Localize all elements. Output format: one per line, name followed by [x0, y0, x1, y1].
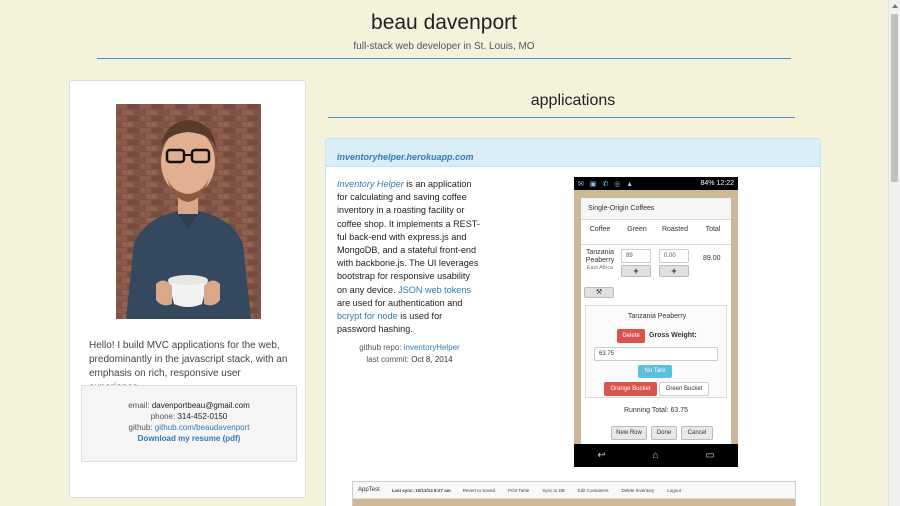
github-link[interactable]: github.com/beaudavenport [155, 423, 250, 432]
phone-app-content: Single-Origin Coffees Coffee Green Roast… [581, 198, 731, 444]
running-total: Running Total: 63.75 [623, 407, 689, 414]
project-description: Inventory Helper is an application for c… [337, 178, 482, 336]
profile-card: Hello! I build MVC applications for the … [69, 80, 306, 498]
green-input[interactable]: 89 [621, 249, 651, 263]
repo-link[interactable]: inventoryHelper [404, 343, 460, 352]
nav-delete-inventory[interactable]: Delete Inventory [622, 488, 655, 493]
repo-info: github repo: inventoryHelper last commit… [337, 342, 482, 366]
desktop-app-body [353, 499, 795, 506]
phone-app-screen: Single-Origin Coffees Coffee Green Roast… [574, 190, 738, 444]
nav-logout[interactable]: Logout [667, 488, 681, 493]
contact-box: email: davenportbeau@gmail.com phone: 31… [81, 385, 297, 462]
desktop-screenshot: AppTest Last sync: 10/13/14 8:27 am Reve… [352, 481, 796, 506]
project-panel: inventoryhelper.herokuapp.com Inventory … [325, 138, 821, 506]
col-roasted: Roasted [661, 226, 689, 233]
coffee-detail-panel: Tanzania Peaberry Delete Gross Weight: 6… [585, 305, 727, 398]
recent-apps-icon[interactable]: ▭ [705, 450, 714, 461]
cancel-button[interactable]: Cancel [681, 426, 713, 440]
page-scrollbar[interactable] [888, 0, 900, 506]
desc-part-1: is an application for calculating and sa… [337, 179, 480, 295]
phone-label: phone: [150, 412, 176, 421]
green-bucket-button[interactable]: Green Bucket [659, 382, 709, 396]
email-label: email: [128, 401, 150, 410]
project-name-link[interactable]: Inventory Helper [337, 179, 404, 189]
total-value: 89.00 [703, 255, 721, 262]
roasted-plus-button[interactable]: + [659, 265, 689, 277]
scroll-thumb[interactable] [891, 14, 898, 182]
desktop-navbar: AppTest Last sync: 10/13/14 8:27 am Reve… [353, 482, 795, 499]
nav-edit-containers[interactable]: Edit Containers [578, 488, 609, 493]
phone-status-bar: ✉ ▣ ✆ ◎ ▲ 84% 12:22 [574, 177, 738, 190]
coffee-name-text: Tanzania Peaberry [585, 249, 615, 264]
gross-weight-input[interactable]: 63.75 [594, 347, 718, 361]
desc-part-2: are used for authentication and [337, 297, 463, 308]
no-tare-button[interactable]: No Tare [638, 365, 672, 378]
done-button[interactable]: Done [651, 426, 677, 440]
header-divider [97, 58, 791, 59]
notification-icons: ✉ ▣ ✆ ◎ ▲ [578, 180, 636, 188]
wrench-icon[interactable]: ⚒ [584, 287, 614, 298]
coffee-origin: East Africa [586, 265, 614, 271]
col-total: Total [705, 226, 721, 233]
home-icon[interactable]: ⌂ [652, 450, 658, 461]
gross-weight-label: Gross Weight: [649, 332, 697, 339]
coffee-name: Tanzania Peaberry East Africa [583, 249, 617, 272]
phone-nav-bar: ↩ ⌂ ▭ [574, 444, 738, 467]
site-title: beau davenport [371, 11, 517, 34]
panel-heading: inventoryhelper.herokuapp.com [326, 139, 820, 167]
coffee-table-header: Single-Origin Coffees [581, 198, 731, 220]
applications-divider [328, 117, 795, 118]
roasted-input[interactable]: 0.00 [659, 249, 689, 263]
new-row-button[interactable]: New Row [611, 426, 647, 440]
back-icon[interactable]: ↩ [597, 450, 605, 461]
green-plus-button[interactable]: + [621, 265, 651, 277]
site-tagline: full-stack web developer in St. Louis, M… [353, 41, 535, 52]
col-coffee: Coffee [589, 226, 611, 233]
applications-heading: applications [530, 92, 616, 109]
delete-button[interactable]: Delete [617, 329, 645, 343]
commit-date: Oct 8, 2014 [411, 355, 453, 364]
coffee-row: Tanzania Peaberry East Africa 89 + 0.00 … [581, 244, 731, 298]
email-value: davenportbeau@gmail.com [151, 401, 250, 410]
resume-download-link[interactable]: Download my resume (pdf) [138, 434, 241, 443]
nav-print[interactable]: Print Table [508, 488, 529, 493]
commit-label: last commit: [366, 355, 410, 364]
detail-title: Tanzania Peaberry [627, 313, 687, 320]
phone-status-text: 84% 12:22 [700, 180, 734, 187]
repo-label: github repo: [359, 343, 402, 352]
scroll-up-arrow-icon[interactable] [892, 4, 898, 8]
github-label: github: [128, 423, 153, 432]
desktop-brand: AppTest [358, 487, 380, 493]
phone-screenshot: ✉ ▣ ✆ ◎ ▲ 84% 12:22 Single-Origin Coffee… [574, 177, 738, 467]
phone-value: 314-452-0150 [177, 412, 228, 421]
col-green: Green [627, 226, 647, 233]
orange-bucket-button[interactable]: Orange Bucket [604, 382, 657, 396]
page-header: beau davenport full-stack web developer … [0, 0, 888, 70]
profile-photo [116, 104, 261, 319]
project-url-link[interactable]: inventoryhelper.herokuapp.com [337, 152, 474, 162]
nav-sync[interactable]: Sync to DB [542, 488, 565, 493]
jwt-link[interactable]: JSON web tokens [398, 285, 471, 295]
nav-revert[interactable]: Revert to Saved [463, 488, 495, 493]
coffee-columns: Coffee Green Roasted Total [581, 220, 731, 238]
bcrypt-link[interactable]: bcrypt for node [337, 311, 398, 321]
desktop-sync-status: Last sync: 10/13/14 8:27 am [391, 487, 451, 493]
